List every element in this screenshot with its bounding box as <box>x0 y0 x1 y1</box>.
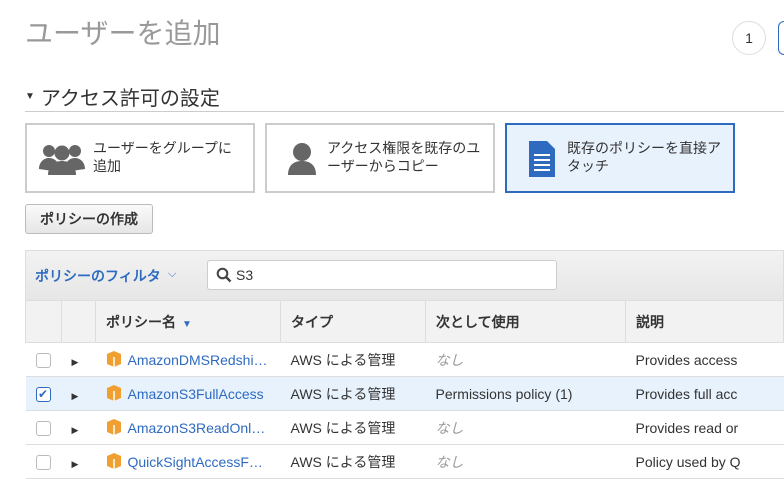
search-value: S3 <box>236 267 254 283</box>
sort-desc-icon: ▼ <box>182 318 192 330</box>
column-header-used-as[interactable]: 次として使用 <box>425 300 626 343</box>
search-input[interactable]: S3 <box>207 260 557 290</box>
table-row: ▶ AmazonDMSRedshi… AWS による管理 なし Provides… <box>25 342 784 377</box>
column-header-policy-name[interactable]: ポリシー名 ▼ <box>95 300 281 343</box>
policy-name-link[interactable]: QuickSightAccessF… <box>128 454 263 470</box>
policy-type: AWS による管理 <box>280 342 426 377</box>
row-checkbox[interactable]: ✔ <box>35 386 51 402</box>
section-title: アクセス許可の設定 <box>40 88 220 110</box>
option-label: ユーザーをグループに追加 <box>93 140 232 174</box>
policy-type: AWS による管理 <box>280 410 426 445</box>
expand-caret-icon[interactable]: ▶ <box>72 459 79 469</box>
policy-description: Provides full acc <box>625 376 784 411</box>
column-header-type[interactable]: タイプ <box>280 300 426 343</box>
expand-caret-icon[interactable]: ▶ <box>72 357 79 367</box>
policy-box-icon <box>106 351 121 367</box>
option-attach-policy[interactable]: 既存のポリシーを直接アタッチ <box>505 123 735 193</box>
policy-used-as: Permissions policy (1) <box>425 376 626 411</box>
search-icon <box>216 267 232 283</box>
table-row: ✔ ▶ AmazonS3FullAccess AWS による管理 Permiss… <box>25 376 784 411</box>
option-label: 既存のポリシーを直接アタッチ <box>567 140 721 174</box>
policy-type: AWS による管理 <box>280 376 426 411</box>
policy-name-link[interactable]: AmazonS3FullAccess <box>128 386 264 402</box>
policy-box-icon <box>106 419 121 435</box>
option-copy-permissions[interactable]: アクセス権限を既存のユーザーからコピー <box>265 123 495 193</box>
policy-used-as: なし <box>425 444 626 479</box>
option-label: アクセス権限を既存のユーザーからコピー <box>327 140 481 174</box>
step-indicator-2 <box>778 21 784 55</box>
group-icon <box>39 145 85 175</box>
table-header: ポリシー名 ▼ タイプ 次として使用 説明 <box>25 300 784 343</box>
policy-used-as: なし <box>425 342 626 377</box>
column-header-description[interactable]: 説明 <box>625 300 784 343</box>
option-add-to-group[interactable]: ユーザーをグループに追加 <box>25 123 255 193</box>
page-title: ユーザーを追加 <box>25 18 221 49</box>
policy-description: Policy used by Q <box>625 444 784 479</box>
policy-box-icon <box>106 385 121 401</box>
policy-used-as: なし <box>425 410 626 445</box>
document-icon <box>529 141 555 177</box>
expand-caret-icon[interactable]: ▶ <box>72 391 79 401</box>
row-checkbox[interactable] <box>35 352 51 368</box>
table-row: ▶ QuickSightAccessF… AWS による管理 なし Policy… <box>25 444 784 479</box>
policy-type: AWS による管理 <box>280 444 426 479</box>
policy-name-link[interactable]: AmazonS3ReadOnl… <box>128 420 266 436</box>
expand-column-header <box>61 300 96 343</box>
user-icon <box>288 143 316 175</box>
divider <box>25 111 784 112</box>
policy-name-link[interactable]: AmazonDMSRedshi… <box>128 352 268 368</box>
section-toggle[interactable]: ▼ アクセス許可の設定 <box>25 82 220 111</box>
row-checkbox[interactable] <box>35 420 51 436</box>
policy-table: ポリシー名 ▼ タイプ 次として使用 説明 ▶ AmazonDMSRedshi… … <box>25 300 784 479</box>
create-policy-button[interactable]: ポリシーの作成 <box>25 204 153 234</box>
step-indicator-1: 1 <box>732 21 766 55</box>
column-label: ポリシー名 <box>106 313 176 330</box>
chevron-down-icon: ⌵ <box>168 268 177 280</box>
expand-caret-icon[interactable]: ▶ <box>72 425 79 435</box>
select-column-header <box>25 300 62 343</box>
caret-down-icon: ▼ <box>25 91 35 102</box>
policy-description: Provides access <box>625 342 784 377</box>
policy-description: Provides read or <box>625 410 784 445</box>
policy-filter-dropdown[interactable]: ポリシーのフィルタ <box>35 266 161 286</box>
table-row: ▶ AmazonS3ReadOnl… AWS による管理 なし Provides… <box>25 410 784 445</box>
row-checkbox[interactable] <box>35 454 51 470</box>
